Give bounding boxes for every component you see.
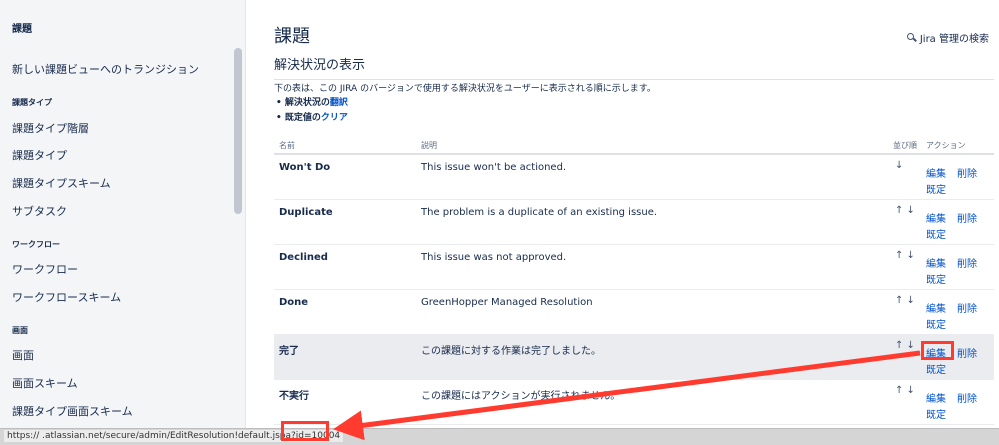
move-arrows[interactable]: ↑ ↓ <box>895 295 915 306</box>
table-row: Won't Do This issue won't be actioned. ↓… <box>274 155 994 200</box>
default-link[interactable]: 既定 <box>926 181 946 196</box>
resolution-description: この課題にはアクションが実行されません。 <box>421 391 621 402</box>
sidebar-scrollbar[interactable] <box>234 48 242 214</box>
delete-link[interactable]: 削除 <box>957 255 977 270</box>
delete-link[interactable]: 削除 <box>957 210 977 225</box>
delete-link[interactable]: 削除 <box>957 165 977 180</box>
edit-link[interactable]: 編集 <box>926 300 946 315</box>
default-link[interactable]: 既定 <box>926 271 946 286</box>
table-row: Done GreenHopper Managed Resolution ↑ ↓ … <box>274 290 994 335</box>
table-row: 不実行 この課題にはアクションが実行されません。 ↑ ↓ 編集 削除 既定 <box>274 380 994 425</box>
resolution-description: This issue was not approved. <box>421 252 567 263</box>
bullet-clear: • 既定値のクリア <box>276 113 348 123</box>
section-description: 下の表は、この JIRA のバージョンで使用する解決状況をユーザーに表示される順… <box>274 84 656 94</box>
sidebar-item-transition[interactable]: 新しい課題ビューへのトランジション <box>12 61 199 77</box>
column-header-description: 説明 <box>421 141 437 150</box>
sidebar-item-type-scheme[interactable]: 課題タイプスキーム <box>12 175 111 191</box>
sidebar-item-subtask[interactable]: サブタスク <box>12 203 67 219</box>
admin-search-link[interactable]: Jira 管理の検索 <box>906 30 989 45</box>
resolution-name: 不実行 <box>279 391 309 402</box>
resolution-description: GreenHopper Managed Resolution <box>421 297 593 308</box>
default-link[interactable]: 既定 <box>926 226 946 241</box>
resolution-name: 完了 <box>279 346 299 357</box>
page-title: 課題 <box>274 26 310 47</box>
sidebar: 課題 新しい課題ビューへのトランジション 課題タイプ 課題タイプ階層 課題タイプ… <box>0 0 246 445</box>
edit-link[interactable]: 編集 <box>926 390 946 405</box>
resolution-name: Declined <box>279 252 328 263</box>
translate-link[interactable]: 翻訳 <box>330 98 348 108</box>
bullet-clear-prefix: 既定値の <box>284 113 321 123</box>
delete-link[interactable]: 削除 <box>957 300 977 315</box>
sidebar-item-screen-scheme[interactable]: 画面スキーム <box>12 375 78 391</box>
move-arrows[interactable]: ↑ ↓ <box>895 250 915 261</box>
sidebar-item-type-screen-scheme[interactable]: 課題タイプ画面スキーム <box>12 403 133 419</box>
edit-link[interactable]: 編集 <box>926 255 946 270</box>
bullet-translate-prefix: 解決状況の <box>284 98 330 108</box>
default-link[interactable]: 既定 <box>926 316 946 331</box>
move-arrows[interactable]: ↑ ↓ <box>895 340 915 351</box>
table-row-highlighted: 完了 この課題に対する作業は完了しました。 ↑ ↓ 編集 削除 既定 <box>274 335 994 380</box>
sidebar-item-type-hierarchy[interactable]: 課題タイプ階層 <box>12 120 89 136</box>
resolution-description: この課題に対する作業は完了しました。 <box>421 346 601 357</box>
default-link[interactable]: 既定 <box>926 361 946 376</box>
table-row: Duplicate The problem is a duplicate of … <box>274 200 994 245</box>
status-bar: https:// .atlassian.net/secure/admin/Edi… <box>0 428 999 445</box>
bullet-translate: • 解決状況の翻訳 <box>276 98 348 108</box>
sidebar-item-screens[interactable]: 画面 <box>12 347 34 363</box>
admin-search-label: Jira 管理の検索 <box>919 34 989 45</box>
delete-link[interactable]: 削除 <box>957 345 977 360</box>
edit-link[interactable]: 編集 <box>926 210 946 225</box>
resolution-name: Won't Do <box>279 162 331 173</box>
move-arrows[interactable]: ↑ ↓ <box>895 385 915 396</box>
edit-highlight-box <box>921 341 954 360</box>
column-header-name: 名前 <box>279 141 295 150</box>
search-icon <box>906 33 916 42</box>
move-arrows[interactable]: ↓ <box>895 160 903 171</box>
clear-default-link[interactable]: クリア <box>321 113 348 123</box>
sidebar-heading-screens: 画面 <box>12 326 28 335</box>
sidebar-item-workflow[interactable]: ワークフロー <box>12 261 78 277</box>
move-arrows[interactable]: ↑ ↓ <box>895 205 915 216</box>
column-header-order: 並び順 <box>893 141 917 150</box>
url-highlight-box <box>281 421 329 441</box>
sidebar-title: 課題 <box>12 24 32 35</box>
resolution-name: Duplicate <box>279 207 333 218</box>
table-row: Declined This issue was not approved. ↑ … <box>274 245 994 290</box>
edit-link[interactable]: 編集 <box>926 165 946 180</box>
delete-link[interactable]: 削除 <box>957 390 977 405</box>
sidebar-heading-issue-types: 課題タイプ <box>12 98 52 107</box>
sidebar-heading-workflow: ワークフロー <box>12 240 60 249</box>
resolution-description: The problem is a duplicate of an existin… <box>421 207 658 218</box>
column-header-actions: アクション <box>926 141 966 150</box>
sidebar-item-issue-types[interactable]: 課題タイプ <box>12 147 67 163</box>
default-link[interactable]: 既定 <box>926 406 946 421</box>
resolution-name: Done <box>279 297 309 308</box>
sidebar-item-workflow-scheme[interactable]: ワークフロースキーム <box>12 289 121 305</box>
section-title: 解決状況の表示 <box>274 54 994 80</box>
resolution-description: This issue won't be actioned. <box>421 162 567 173</box>
